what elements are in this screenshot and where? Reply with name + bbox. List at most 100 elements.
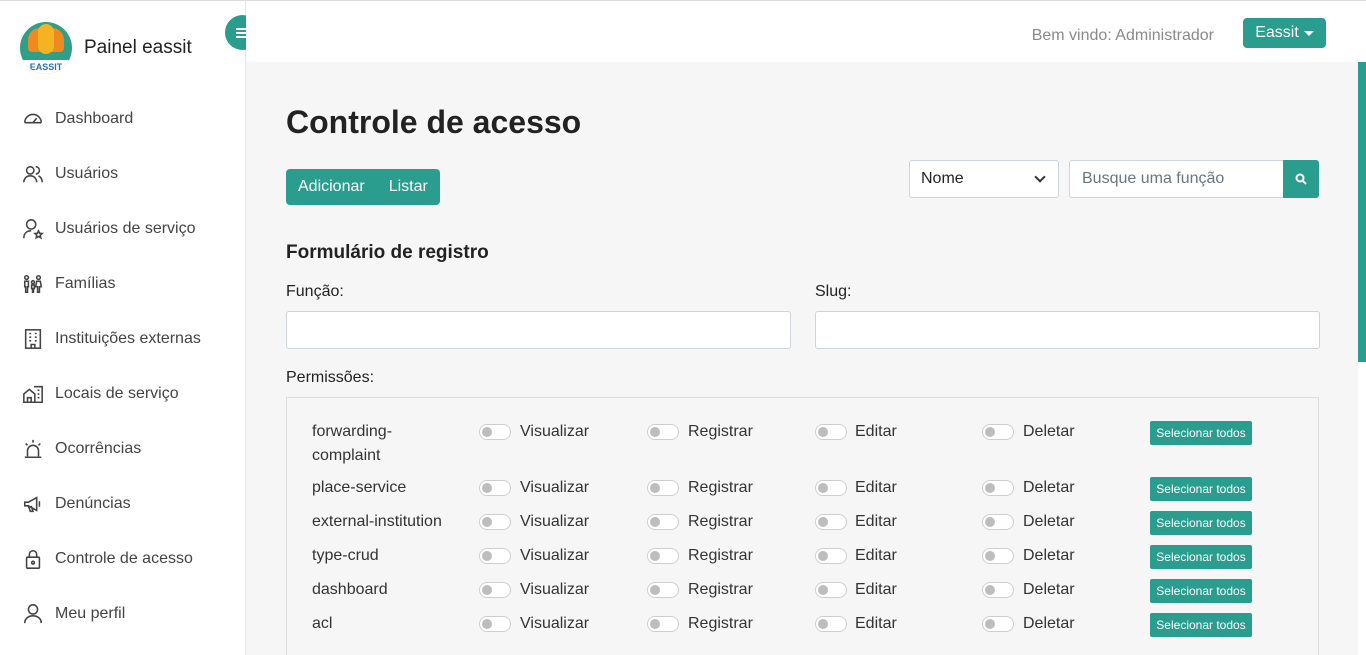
sidebar: EASSIT Painel eassit Dashboard Usuários … — [0, 0, 246, 655]
permission-row: place-service Visualizar Registrar Edita… — [287, 476, 1320, 510]
sidebar-item-label: Denúncias — [55, 494, 131, 512]
sidebar-item-label: Instituições externas — [55, 329, 201, 347]
toggle-register[interactable] — [647, 514, 679, 530]
action-button-group: Adicionar Listar — [286, 169, 440, 205]
select-all-button[interactable]: Selecionar todos — [1150, 477, 1252, 501]
page-title: Controle de acesso — [286, 104, 582, 140]
sidebar-item-label: Meu perfil — [55, 604, 126, 622]
toggle-delete[interactable] — [982, 582, 1014, 598]
toggle-label: Deletar — [1023, 479, 1075, 496]
user-menu-label: Eassit — [1255, 24, 1299, 41]
alarm-icon — [21, 437, 45, 461]
permission-row: dashboard Visualizar Registrar Editar De… — [287, 578, 1320, 612]
search-button[interactable] — [1283, 160, 1319, 198]
select-all-button[interactable]: Selecionar todos — [1150, 421, 1252, 445]
toggle-view[interactable] — [479, 514, 511, 530]
search-input[interactable] — [1069, 160, 1284, 198]
toggle-edit[interactable] — [815, 616, 847, 632]
toggle-label: Visualizar — [520, 581, 590, 598]
sidebar-item-dashboard[interactable]: Dashboard — [0, 91, 246, 146]
toggle-view[interactable] — [479, 582, 511, 598]
toggle-label: Deletar — [1023, 581, 1075, 598]
toggle-view[interactable] — [479, 616, 511, 632]
list-button[interactable]: Listar — [377, 169, 440, 205]
toggle-label: Editar — [855, 615, 897, 632]
brand[interactable]: EASSIT Painel eassit — [20, 19, 192, 77]
sidebar-item-users[interactable]: Usuários — [0, 146, 246, 201]
sidebar-item-service-places[interactable]: Locais de serviço — [0, 366, 246, 421]
toggle-register[interactable] — [647, 548, 679, 564]
permission-row: external-institution Visualizar Registra… — [287, 510, 1320, 544]
permission-name: acl — [312, 615, 333, 632]
toggle-label: Deletar — [1023, 615, 1075, 632]
permission-name: dashboard — [312, 581, 388, 598]
permission-row: type-crud Visualizar Registrar Editar De… — [287, 544, 1320, 578]
permissions-label: Permissões: — [286, 369, 375, 386]
scrollbar[interactable] — [1358, 62, 1366, 362]
select-all-button[interactable]: Selecionar todos — [1150, 511, 1252, 535]
toggle-edit[interactable] — [815, 480, 847, 496]
sidebar-item-label: Controle de acesso — [55, 549, 193, 567]
toggle-register[interactable] — [647, 480, 679, 496]
search-icon — [1295, 173, 1307, 185]
toggle-delete[interactable] — [982, 480, 1014, 496]
toggle-delete[interactable] — [982, 514, 1014, 530]
service-user-icon — [21, 217, 45, 241]
toggle-label: Registrar — [688, 615, 753, 632]
sidebar-item-external-institutions[interactable]: Instituições externas — [0, 311, 246, 366]
toggle-edit[interactable] — [815, 582, 847, 598]
add-button[interactable]: Adicionar — [286, 169, 377, 205]
select-all-button[interactable]: Selecionar todos — [1150, 613, 1252, 637]
brand-logo: EASSIT — [20, 22, 72, 74]
toggle-label: Visualizar — [520, 479, 590, 496]
toggle-label: Visualizar — [520, 547, 590, 564]
toggle-label: Visualizar — [520, 615, 590, 632]
toggle-delete[interactable] — [982, 424, 1014, 440]
slug-input[interactable] — [815, 311, 1320, 349]
building-icon — [21, 327, 45, 351]
permissions-panel: forwarding-complaint Visualizar Registra… — [286, 397, 1319, 655]
sidebar-item-occurrences[interactable]: Ocorrências — [0, 421, 246, 476]
chevron-down-icon — [1034, 171, 1046, 183]
toggle-label: Visualizar — [520, 423, 590, 440]
toggle-register[interactable] — [647, 616, 679, 632]
caret-down-icon — [1303, 30, 1314, 36]
sidebar-item-my-profile[interactable]: Meu perfil — [0, 586, 246, 641]
sidebar-item-label: Dashboard — [55, 109, 134, 127]
function-input[interactable] — [286, 311, 791, 349]
users-icon — [21, 162, 45, 186]
toggle-label: Visualizar — [520, 513, 590, 530]
brand-title: Painel eassit — [84, 37, 192, 58]
permission-row: acl Visualizar Registrar Editar Deletar … — [287, 612, 1320, 646]
sidebar-item-label: Famílias — [55, 274, 116, 292]
lock-icon — [21, 547, 45, 571]
select-all-button[interactable]: Selecionar todos — [1150, 545, 1252, 569]
topbar: Bem vindo: Administrador Eassit — [246, 0, 1366, 62]
welcome-text: Bem vindo: Administrador — [1031, 27, 1214, 44]
toggle-label: Editar — [855, 479, 897, 496]
toggle-view[interactable] — [479, 548, 511, 564]
toggle-edit[interactable] — [815, 424, 847, 440]
megaphone-icon — [21, 492, 45, 516]
toggle-view[interactable] — [479, 424, 511, 440]
toggle-edit[interactable] — [815, 548, 847, 564]
toggle-delete[interactable] — [982, 616, 1014, 632]
select-all-button[interactable]: Selecionar todos — [1150, 579, 1252, 603]
sidebar-item-service-users[interactable]: Usuários de serviço — [0, 201, 246, 256]
sidebar-item-complaints[interactable]: Denúncias — [0, 476, 246, 531]
toggle-edit[interactable] — [815, 514, 847, 530]
toggle-delete[interactable] — [982, 548, 1014, 564]
user-menu-button[interactable]: Eassit — [1243, 18, 1326, 48]
toggle-register[interactable] — [647, 424, 679, 440]
form-title: Formulário de registro — [286, 242, 489, 263]
toggle-view[interactable] — [479, 480, 511, 496]
permission-name: forwarding-complaint — [312, 423, 393, 464]
toggle-label: Deletar — [1023, 513, 1075, 530]
sidebar-item-label: Locais de serviço — [55, 384, 179, 402]
toggle-register[interactable] — [647, 582, 679, 598]
filter-select-value: Nome — [921, 170, 964, 187]
sidebar-item-families[interactable]: Famílias — [0, 256, 246, 311]
toggle-label: Registrar — [688, 479, 753, 496]
filter-select[interactable]: Nome — [909, 160, 1059, 198]
sidebar-item-access-control[interactable]: Controle de acesso — [0, 531, 246, 586]
